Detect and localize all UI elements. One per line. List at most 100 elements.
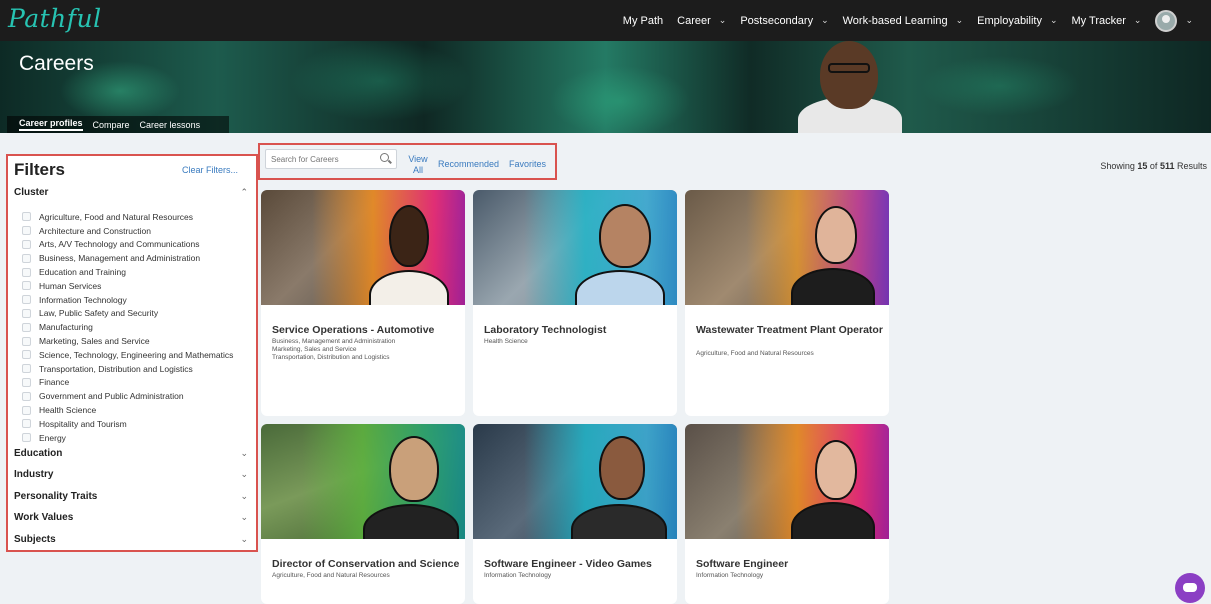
cluster-option[interactable]: Education and Training bbox=[22, 265, 233, 279]
career-card[interactable]: Service Operations - Automotive Business… bbox=[261, 190, 465, 416]
cluster-option-label: Arts, A/V Technology and Communications bbox=[39, 239, 200, 250]
search-toolbar: View All Recommended Favorites bbox=[258, 143, 557, 180]
tab-compare[interactable]: Compare bbox=[93, 120, 130, 130]
career-cluster: Agriculture, Food and Natural Resources bbox=[272, 572, 390, 579]
filter-section-education[interactable]: Education ⌄ bbox=[14, 448, 248, 459]
cluster-option-label: Hospitality and Tourism bbox=[39, 418, 127, 429]
chevron-up-icon: ⌃ bbox=[240, 187, 248, 197]
cluster-option[interactable]: Architecture and Construction bbox=[22, 224, 233, 238]
checkbox[interactable] bbox=[22, 336, 31, 346]
career-title: Software Engineer - Video Games bbox=[484, 558, 652, 570]
checkbox[interactable] bbox=[22, 391, 31, 401]
nav-employability[interactable]: Employability ⌄ bbox=[977, 15, 1057, 27]
cluster-option[interactable]: Business, Management and Administration bbox=[22, 251, 233, 265]
cluster-option-label: Agriculture, Food and Natural Resources bbox=[39, 211, 194, 222]
checkbox[interactable] bbox=[22, 364, 31, 374]
filter-section-subjects[interactable]: Subjects ⌄ bbox=[14, 534, 248, 545]
filters-panel: Filters Clear Filters... Cluster ⌃ Agric… bbox=[6, 154, 258, 552]
career-card[interactable]: Laboratory Technologist Health Science bbox=[473, 190, 677, 416]
career-card[interactable]: Wastewater Treatment Plant Operator Agri… bbox=[685, 190, 889, 416]
cluster-option[interactable]: Information Technology bbox=[22, 293, 233, 307]
filter-section-label: Work Values bbox=[14, 512, 74, 523]
search-input[interactable] bbox=[265, 149, 397, 169]
checkbox[interactable] bbox=[22, 267, 31, 277]
person-glasses bbox=[828, 63, 870, 73]
results-count: Showing 15 of 511 Results bbox=[1100, 161, 1207, 171]
cluster-option[interactable]: Law, Public Safety and Security bbox=[22, 307, 233, 321]
cluster-option[interactable]: Health Science bbox=[22, 403, 233, 417]
career-photo bbox=[685, 424, 889, 539]
checkbox[interactable] bbox=[22, 212, 31, 222]
favorites-link[interactable]: Favorites bbox=[509, 159, 546, 169]
checkbox[interactable] bbox=[22, 253, 31, 263]
cluster-option-label: Energy bbox=[39, 432, 66, 443]
filters-title: Filters bbox=[14, 160, 66, 179]
cluster-option[interactable]: Agriculture, Food and Natural Resources bbox=[22, 210, 233, 224]
results-total: 511 bbox=[1159, 161, 1175, 171]
user-menu[interactable]: ⌄ bbox=[1155, 9, 1193, 32]
career-card[interactable]: Director of Conservation and Science Agr… bbox=[261, 424, 465, 604]
cluster-option-label: Architecture and Construction bbox=[39, 225, 151, 236]
cluster-option[interactable]: Government and Public Administration bbox=[22, 389, 233, 403]
nav-career[interactable]: Career ⌄ bbox=[677, 15, 726, 27]
chevron-down-icon: ⌄ bbox=[1049, 15, 1058, 25]
cluster-option[interactable]: Hospitality and Tourism bbox=[22, 417, 233, 431]
cluster-option[interactable]: Arts, A/V Technology and Communications bbox=[22, 238, 233, 252]
checkbox[interactable] bbox=[22, 350, 31, 360]
filter-section-personality-traits[interactable]: Personality Traits ⌄ bbox=[14, 491, 248, 502]
career-cluster: Information Technology bbox=[484, 572, 552, 579]
filter-section-label: Subjects bbox=[14, 534, 56, 545]
cluster-option[interactable]: Transportation, Distribution and Logisti… bbox=[22, 362, 233, 376]
career-title: Director of Conservation and Science bbox=[272, 558, 460, 570]
cluster-option-label: Health Science bbox=[39, 405, 97, 416]
nav-label: Employability bbox=[977, 14, 1042, 27]
nav-my-path[interactable]: My Path bbox=[623, 15, 663, 27]
nav-label: My Path bbox=[622, 14, 664, 27]
pathful-logo[interactable]: Pathful bbox=[8, 4, 102, 33]
checkbox[interactable] bbox=[22, 295, 31, 305]
career-cluster: Marketing, Sales and Service bbox=[272, 346, 357, 353]
cluster-option-label: Manufacturing bbox=[39, 322, 93, 333]
view-all-link[interactable]: View All bbox=[407, 154, 429, 176]
checkbox[interactable] bbox=[22, 322, 31, 332]
cluster-option[interactable]: Manufacturing bbox=[22, 320, 233, 334]
nav-work-based-learning[interactable]: Work-based Learning ⌄ bbox=[843, 15, 964, 27]
checkbox[interactable] bbox=[22, 226, 31, 236]
career-card[interactable]: Software Engineer Information Technology bbox=[685, 424, 889, 604]
search-icon[interactable] bbox=[380, 153, 389, 162]
checkbox[interactable] bbox=[22, 433, 31, 443]
cluster-option[interactable]: Human Services bbox=[22, 279, 233, 293]
checkbox[interactable] bbox=[22, 377, 31, 387]
recommended-link[interactable]: Recommended bbox=[438, 159, 499, 169]
career-clusters: Information Technology bbox=[484, 572, 674, 580]
clear-filters-link[interactable]: Clear Filters... bbox=[182, 165, 238, 175]
cluster-option[interactable]: Energy bbox=[22, 431, 233, 445]
checkbox[interactable] bbox=[22, 419, 31, 429]
portrait-head bbox=[599, 436, 645, 500]
tab-career-lessons[interactable]: Career lessons bbox=[140, 120, 201, 130]
checkbox[interactable] bbox=[22, 405, 31, 415]
filter-section-work-values[interactable]: Work Values ⌄ bbox=[14, 512, 248, 523]
results-prefix: Showing bbox=[1100, 161, 1135, 171]
career-cluster: Information Technology bbox=[696, 572, 764, 579]
career-title: Laboratory Technologist bbox=[484, 324, 607, 336]
checkbox[interactable] bbox=[22, 308, 31, 318]
cluster-option[interactable]: Science, Technology, Engineering and Mat… bbox=[22, 348, 233, 362]
nav-label: Work-based Learning bbox=[842, 14, 948, 27]
career-card[interactable]: Software Engineer - Video Games Informat… bbox=[473, 424, 677, 604]
cluster-option[interactable]: Marketing, Sales and Service bbox=[22, 334, 233, 348]
checkbox[interactable] bbox=[22, 281, 31, 291]
chat-icon[interactable] bbox=[1175, 573, 1205, 603]
nav-my-tracker[interactable]: My Tracker ⌄ bbox=[1072, 15, 1142, 27]
nav-postsecondary[interactable]: Postsecondary ⌄ bbox=[740, 15, 828, 27]
filter-section-industry[interactable]: Industry ⌄ bbox=[14, 469, 248, 480]
cluster-filter-header[interactable]: Cluster ⌃ bbox=[14, 187, 248, 198]
cluster-option-label: Finance bbox=[39, 377, 70, 388]
checkbox[interactable] bbox=[22, 239, 31, 249]
career-cluster: Agriculture, Food and Natural Resources bbox=[696, 350, 814, 357]
cluster-option[interactable]: Finance bbox=[22, 376, 233, 390]
tab-career-profiles[interactable]: Career profiles bbox=[19, 118, 83, 131]
chevron-down-icon: ⌄ bbox=[1185, 15, 1193, 25]
cluster-option-label: Law, Public Safety and Security bbox=[39, 308, 159, 319]
career-title: Software Engineer bbox=[696, 558, 789, 570]
